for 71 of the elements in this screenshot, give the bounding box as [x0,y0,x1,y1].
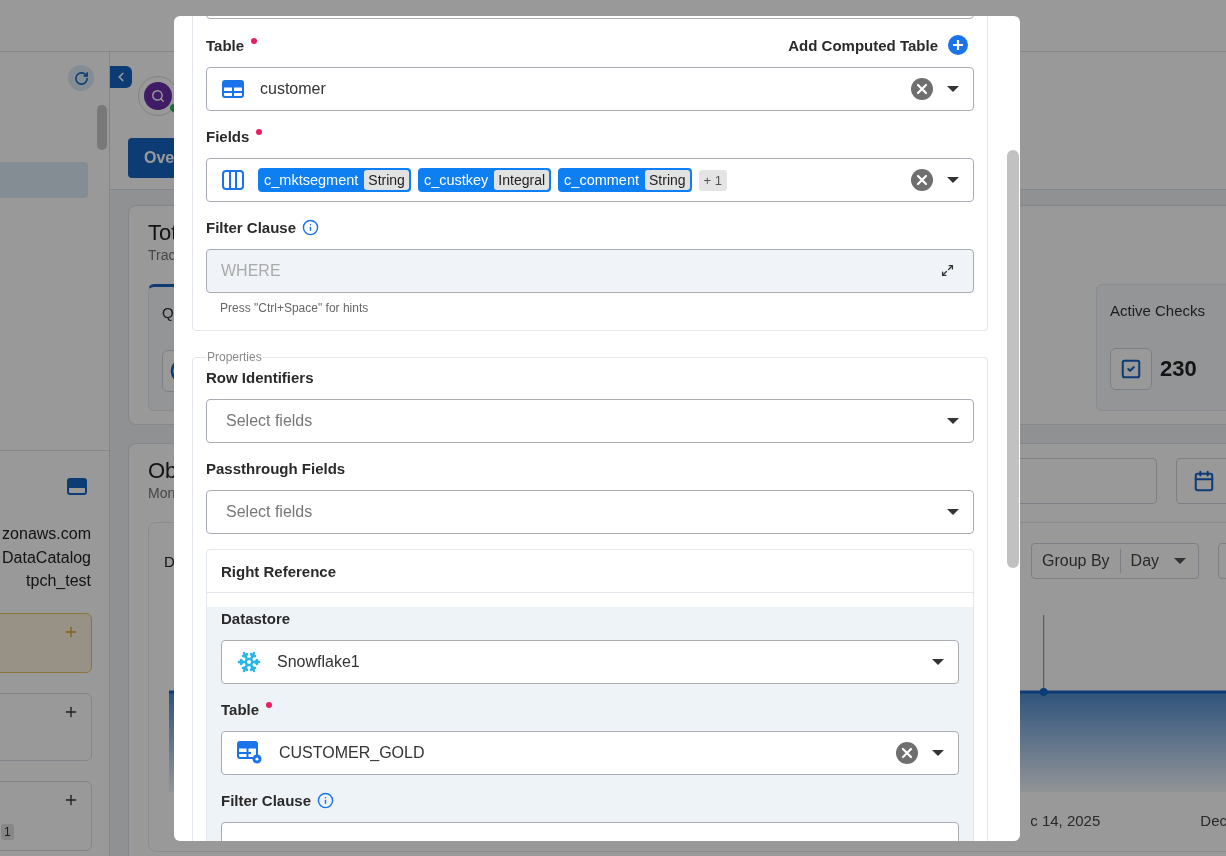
table-select[interactable]: customer [206,67,974,111]
info-icon[interactable] [302,218,320,236]
caret-icon [947,509,959,515]
clear-button[interactable] [896,742,918,764]
select-value: Day [1130,552,1161,570]
card-subtitle: Mon [148,484,177,502]
caret-icon [932,750,944,756]
field-label: Table [206,36,245,54]
clear-icon [911,78,933,100]
hint-text: Press "Ctrl+Space" for hints [220,301,370,315]
plus-circle-icon [948,35,968,55]
filter-clause-field[interactable]: WHERE [206,249,974,293]
clear-button[interactable] [911,78,933,100]
field-chip[interactable]: c_comment String [558,168,692,192]
axis-label: Dec [1200,812,1226,829]
stat-value: 230 [1160,356,1197,382]
table-icon [222,80,244,98]
field-label: Passthrough Fields [206,459,346,477]
caret-icon [1174,558,1186,564]
chart-title: D [164,552,175,570]
refresh-icon[interactable] [68,65,94,91]
columns-icon [222,170,244,190]
field-label: Filter Clause [221,791,312,809]
stat-label: Active Checks [1110,301,1206,321]
expand-icon[interactable] [941,264,954,277]
count-badge: 1 [1,823,14,840]
panel-icon[interactable] [67,478,87,495]
clear-icon [911,169,933,191]
fields-select[interactable]: c_mktsegment String c_custkey Integral c_comment String + 1 [206,158,974,202]
type-badge: String [364,170,409,190]
add-computed-table-button[interactable]: Add Computed Table [788,35,968,55]
group-by-label: Group By [1042,552,1110,570]
info-icon[interactable] [317,791,335,809]
datastore-select[interactable]: Snowflake1 [221,640,959,684]
host-detail-text: DataCatalog [2,547,92,568]
group-by-select[interactable]: Group By Day [1031,543,1199,579]
scrollbar-thumb[interactable] [97,105,107,150]
calendar-icon [1193,470,1215,492]
field-label: Fields [206,127,250,145]
collapse-button[interactable] [110,66,132,88]
host-detail-text: zonaws.com [2,524,92,544]
scrollbar-thumb[interactable] [1007,150,1019,568]
type-badge: String [645,170,690,190]
card-title: Right Reference [221,562,337,580]
snowflake-icon [237,650,261,674]
clear-icon [896,742,918,764]
calendar-button[interactable] [1176,458,1226,504]
stat-label: Q [162,303,174,323]
field-label: Table [221,700,260,718]
field-label: Row Identifiers [206,368,314,386]
host-detail-text: tpch_test [26,571,92,591]
type-badge: Integral [494,170,550,190]
field-chip[interactable]: c_mktsegment String [258,168,411,192]
check-square-icon [1110,348,1152,390]
row-identifiers-select[interactable]: Select fields [206,399,974,443]
table-settings-icon [237,741,263,765]
field-label: Datastore [221,609,291,627]
caret-icon [947,86,959,92]
clear-button[interactable] [911,169,933,191]
card-subtitle: Trac [148,246,177,264]
group-legend: Properties [206,350,263,364]
more-count-badge: + 1 [698,169,728,191]
axis-label: c 14, 2025 [1030,812,1101,829]
search-icon [151,89,165,103]
table-select[interactable]: CUSTOMER_GOLD [221,731,959,775]
caret-icon [932,659,944,665]
field-label: Filter Clause [206,218,297,236]
field-chip[interactable]: c_custkey Integral [417,168,552,192]
passthrough-fields-select[interactable]: Select fields [206,490,974,534]
caret-icon [947,177,959,183]
caret-icon [947,418,959,424]
